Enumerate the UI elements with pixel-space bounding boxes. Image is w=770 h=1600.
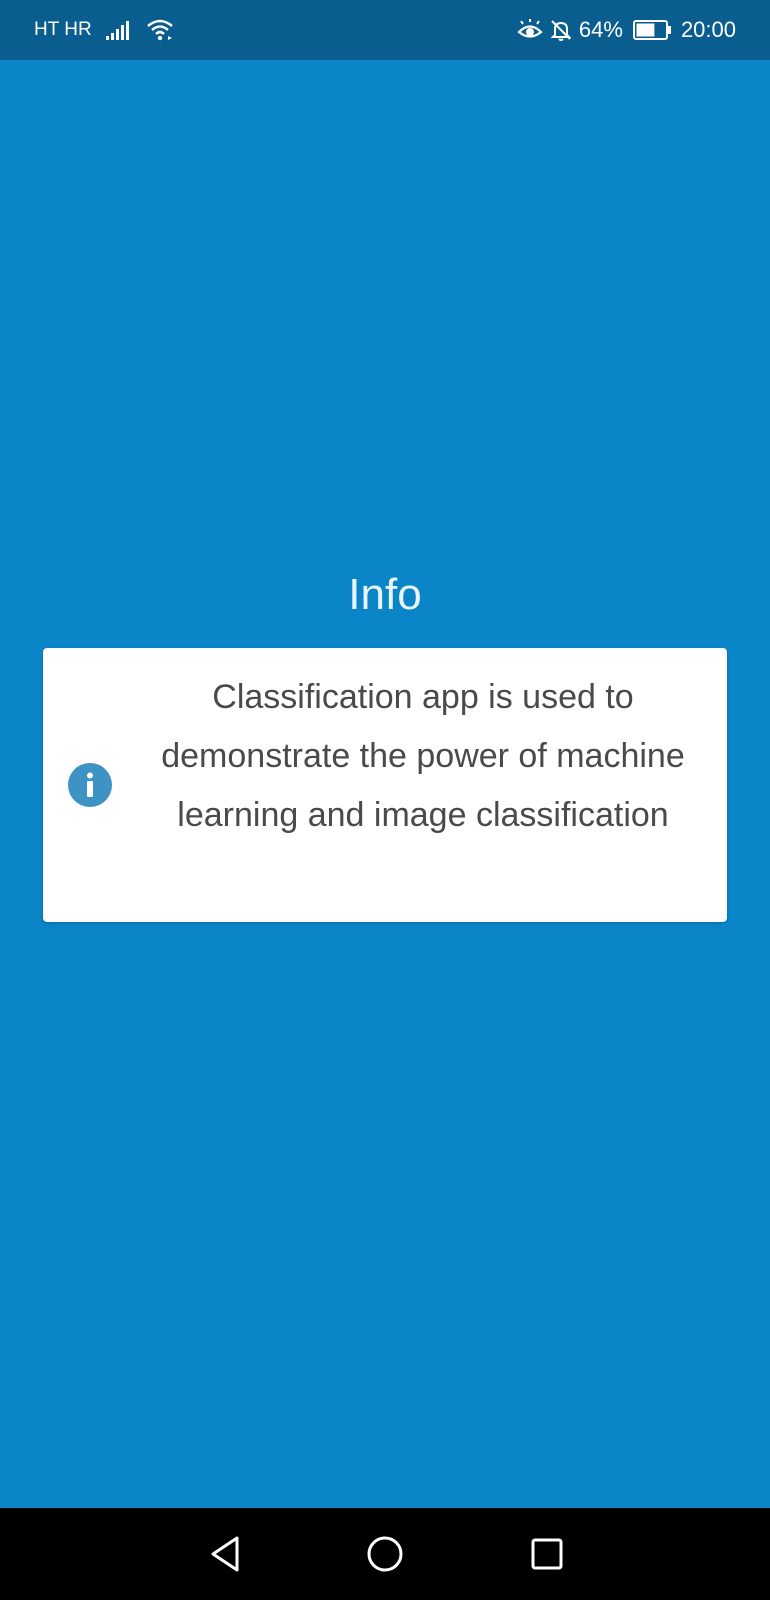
recents-button[interactable] <box>523 1530 571 1578</box>
status-bar: HT HR 64% 20:00 <box>0 0 770 60</box>
back-icon <box>211 1536 239 1572</box>
recents-icon <box>531 1538 563 1570</box>
navigation-bar <box>0 1508 770 1600</box>
page-title: Info <box>348 570 422 619</box>
clock: 20:00 <box>680 17 736 42</box>
home-button[interactable] <box>361 1530 409 1578</box>
home-icon <box>367 1536 403 1572</box>
info-card: Classification app is used to demonstrat… <box>43 648 727 922</box>
info-icon <box>68 763 112 807</box>
info-message: Classification app is used to demonstrat… <box>161 678 685 834</box>
status-right: 64% 20:00 <box>517 0 736 60</box>
status-left: HT HR <box>34 0 174 60</box>
signal-icon <box>105 20 132 40</box>
wifi-icon <box>146 18 174 42</box>
back-button[interactable] <box>201 1530 249 1578</box>
battery-percent: 64% <box>578 17 623 42</box>
notifications-off-icon <box>549 18 573 42</box>
carrier-label: HT HR <box>34 19 92 40</box>
eye-comfort-icon <box>517 19 543 41</box>
battery-icon <box>632 19 673 41</box>
